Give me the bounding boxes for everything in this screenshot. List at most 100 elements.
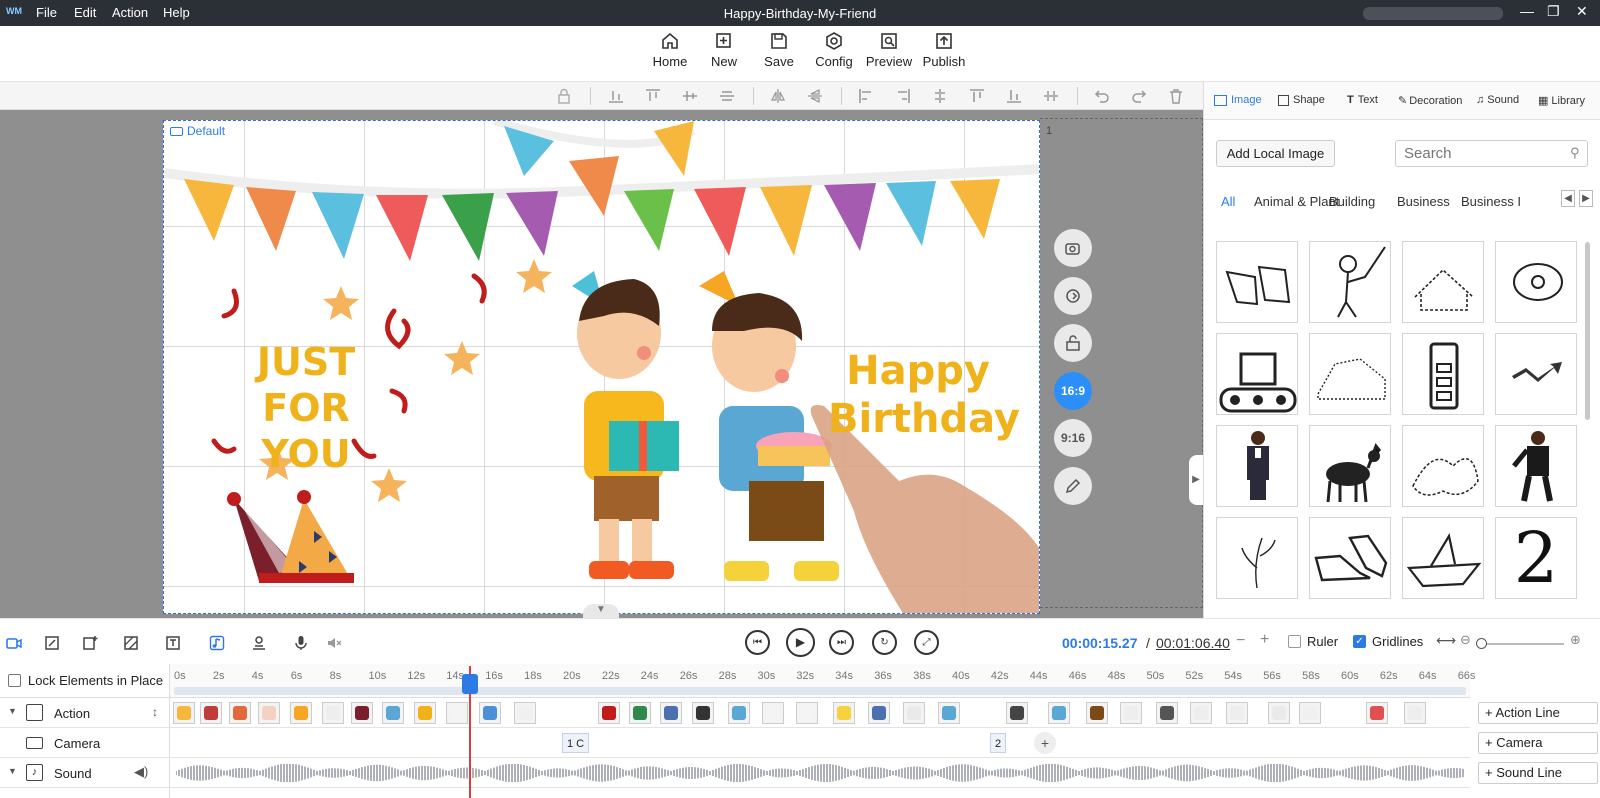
image-thumbnail[interactable] (1216, 517, 1298, 599)
action-clip[interactable] (382, 702, 404, 724)
unlock-button[interactable] (1054, 324, 1092, 362)
tab-shape[interactable]: Shape (1278, 94, 1325, 106)
action-clip[interactable] (1086, 702, 1108, 724)
add-camera-button[interactable] (1054, 229, 1092, 267)
scene-canvas[interactable]: Default JUST FOR YOU Happy Birthday (163, 120, 1040, 614)
plus-time-icon[interactable]: + (1260, 631, 1269, 649)
action-clip[interactable] (414, 702, 436, 724)
publish-button[interactable]: Publish (917, 32, 971, 69)
panel-scrollbar[interactable] (1585, 242, 1590, 420)
action-clip[interactable] (446, 702, 468, 724)
timeline-ruler[interactable]: 0s 2s 4s 6s 8s 10s 12s 14s 16s 18s 20s 22s 24s 26s 28s… (170, 664, 1475, 698)
action-clip[interactable] (1048, 702, 1070, 724)
search-input[interactable] (1395, 140, 1588, 167)
delete-icon[interactable] (1168, 88, 1184, 104)
action-clip[interactable] (1226, 702, 1248, 724)
camera-marker-1[interactable]: 1 C (562, 733, 590, 753)
action-clip[interactable] (598, 702, 620, 724)
category-all[interactable]: All (1221, 194, 1235, 209)
action-clip[interactable] (1299, 702, 1321, 724)
replay-button[interactable]: ↻ (872, 630, 897, 655)
action-clip[interactable] (1404, 702, 1426, 724)
config-button[interactable]: Config (807, 32, 861, 69)
action-clip[interactable] (1156, 702, 1178, 724)
expand-caret-icon[interactable]: ▼ (8, 766, 17, 776)
action-clip[interactable] (868, 702, 890, 724)
action-clip[interactable] (351, 702, 373, 724)
image-thumbnail[interactable] (1495, 241, 1577, 323)
happy-birthday-text[interactable]: Happy Birthday (828, 347, 1020, 443)
play-button[interactable]: ▶ (786, 628, 815, 657)
track-header-sound[interactable]: ▼ ♪ Sound ◀) (0, 758, 170, 788)
image-thumbnail[interactable] (1402, 517, 1484, 599)
minus-time-icon[interactable]: − (1236, 632, 1245, 650)
tab-text[interactable]: T Text (1347, 94, 1378, 106)
action-clip[interactable] (258, 702, 280, 724)
resize-track-icon[interactable]: ↕ (152, 705, 158, 719)
lock-elements-checkbox[interactable] (8, 674, 21, 687)
sound-lane[interactable] (170, 758, 1470, 788)
action-clip[interactable] (938, 702, 960, 724)
align-left-icon[interactable] (858, 88, 874, 104)
action-clip[interactable] (796, 702, 818, 724)
distribute-horizontal-icon[interactable] (932, 88, 948, 104)
image-thumbnail[interactable] (1495, 333, 1577, 415)
camera-marker-2[interactable]: 2 (990, 733, 1007, 753)
track-header-camera[interactable]: Camera (0, 728, 170, 758)
align-bottom-icon[interactable] (1006, 88, 1022, 104)
tab-library[interactable]: ▦ Library (1538, 94, 1585, 107)
flip-horizontal-icon[interactable] (770, 88, 786, 104)
image-thumbnail[interactable] (1309, 425, 1391, 507)
ratio-16-9-button[interactable]: 16:9 (1054, 372, 1092, 410)
action-clip[interactable] (833, 702, 855, 724)
rotate-button[interactable] (1054, 277, 1092, 315)
zoom-in-icon[interactable]: ⊕ (1570, 632, 1581, 648)
category-prev-icon[interactable]: ◀ (1561, 190, 1575, 207)
edit-button[interactable] (1054, 467, 1092, 505)
search-icon[interactable]: ⚲ (1570, 145, 1580, 161)
action-clip[interactable] (762, 702, 784, 724)
image-thumbnail[interactable] (1309, 517, 1391, 599)
action-clip[interactable] (692, 702, 714, 724)
ruler-checkbox[interactable] (1288, 635, 1301, 648)
skip-forward-button[interactable]: ⏭ (829, 630, 854, 655)
category-animal-plant[interactable]: Animal & Plant (1254, 194, 1339, 209)
category-business-i[interactable]: Business I (1461, 194, 1521, 209)
maximize-icon[interactable]: ❐ (1547, 3, 1560, 20)
tab-image[interactable]: Image (1214, 94, 1262, 106)
ruler-range-bar[interactable] (174, 687, 1466, 695)
expand-caret-icon[interactable]: ▼ (8, 706, 17, 716)
fit-width-icon[interactable]: ⟷ (1436, 632, 1456, 649)
subtitle-tool-icon[interactable] (165, 635, 181, 651)
category-business[interactable]: Business (1397, 194, 1450, 209)
image-thumbnail[interactable] (1402, 425, 1484, 507)
track-header-action[interactable]: ▼ Action ↕ (0, 698, 170, 728)
action-clip[interactable] (1190, 702, 1212, 724)
collapse-panel-tab[interactable]: ▶ (1189, 455, 1203, 505)
action-clip[interactable] (728, 702, 750, 724)
skip-back-button[interactable]: ⏮ (745, 630, 770, 655)
align-bottom-edge-icon[interactable] (608, 88, 624, 104)
microphone-icon[interactable] (293, 635, 309, 651)
tab-decoration[interactable]: ✎ Decoration (1398, 94, 1462, 107)
distribute-vertical-icon[interactable] (1043, 88, 1059, 104)
background-tool-icon[interactable] (44, 635, 60, 651)
action-clip[interactable] (629, 702, 651, 724)
action-clip[interactable] (1366, 702, 1388, 724)
align-center-icon[interactable] (719, 88, 735, 104)
image-thumbnail[interactable] (1309, 333, 1391, 415)
music-note-icon[interactable] (209, 635, 225, 651)
image-thumbnail[interactable] (1216, 425, 1298, 507)
action-clip[interactable] (1006, 702, 1028, 724)
add-camera-point-icon[interactable]: + (1034, 732, 1056, 754)
image-thumbnail[interactable] (1495, 425, 1577, 507)
gridlines-checkbox[interactable]: ✓ (1353, 635, 1366, 648)
image-thumbnail[interactable] (1402, 241, 1484, 323)
action-clip[interactable] (660, 702, 682, 724)
flip-vertical-icon[interactable] (807, 88, 823, 104)
user-account[interactable] (1363, 7, 1503, 20)
close-icon[interactable]: ✕ (1576, 3, 1588, 20)
action-clip[interactable] (903, 702, 925, 724)
align-middle-icon[interactable] (682, 88, 698, 104)
image-thumbnail[interactable] (1309, 241, 1391, 323)
